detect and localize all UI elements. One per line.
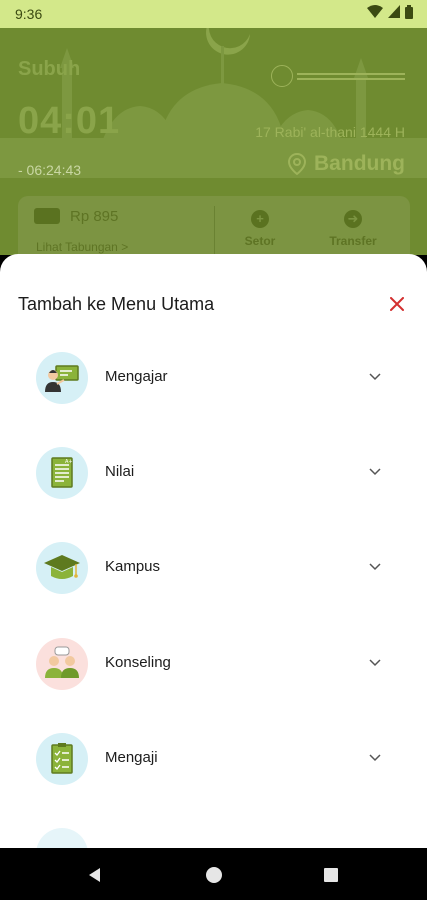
arrow-right-circle-icon: ➜	[344, 210, 362, 228]
location[interactable]: Bandung	[288, 152, 405, 176]
close-icon	[390, 297, 404, 311]
back-icon	[89, 868, 100, 882]
wallet-balance: Rp 895	[70, 208, 119, 225]
wallet-icon	[34, 208, 60, 224]
prayer-countdown: - 06:24:43	[18, 162, 82, 178]
signal-icon	[388, 5, 400, 18]
menu-item-mengaji[interactable]: Mengaji	[0, 733, 427, 829]
institution-logo	[271, 62, 405, 90]
status-time: 9:36	[15, 6, 43, 22]
wallet-divider	[214, 206, 215, 255]
system-navigation-bar	[0, 848, 427, 900]
sheet-title: Tambah ke Menu Utama	[18, 294, 215, 314]
chevron-down-icon	[369, 468, 381, 476]
menu-item-label: Nilai	[105, 463, 135, 480]
home-icon	[206, 867, 222, 883]
checklist-icon	[36, 733, 88, 785]
prayer-name: Subuh	[18, 58, 81, 80]
location-name: Bandung	[314, 152, 405, 175]
counseling-people-icon	[36, 638, 88, 690]
menu-item-label: Kampus	[105, 558, 161, 575]
wifi-icon	[367, 5, 383, 18]
teacher-board-icon	[36, 352, 88, 404]
chevron-down-icon	[369, 373, 381, 381]
chevron-down-icon	[369, 563, 381, 571]
battery-icon	[405, 5, 413, 19]
recents-icon	[324, 868, 338, 882]
close-button[interactable]	[383, 290, 411, 318]
deposit-label: Setor	[244, 234, 276, 248]
chevron-down-icon	[369, 754, 381, 762]
hijri-date: 17 Rabi' al-thani 1444 H	[255, 124, 405, 140]
back-button[interactable]	[84, 864, 106, 886]
menu-item-label: Mengaji	[105, 749, 158, 766]
background-screen: 9:36 Subuh 04:01 - 06:24:43 17 Rabi' al-…	[0, 0, 427, 255]
wallet-card: Rp 895 Lihat Tabungan > + Setor ➜ Transf…	[18, 196, 410, 255]
grade-sheet-icon: A+	[36, 447, 88, 499]
deposit-button[interactable]: + Setor	[230, 210, 290, 248]
prayer-time: 04:01	[18, 100, 121, 142]
menu-item-kampus[interactable]: Kampus	[0, 542, 427, 638]
menu-item-mengajar[interactable]: Mengajar	[0, 352, 427, 448]
view-savings-link[interactable]: Lihat Tabungan >	[36, 240, 128, 254]
plus-circle-icon: +	[251, 210, 269, 228]
status-icons	[367, 5, 413, 19]
add-to-main-menu-sheet: Tambah ke Menu Utama Mengajar A+ Nilai K…	[0, 254, 427, 848]
menu-item-nilai[interactable]: A+ Nilai	[0, 447, 427, 543]
chevron-down-icon	[369, 659, 381, 667]
recents-button[interactable]	[320, 864, 342, 886]
menu-item-konseling[interactable]: Konseling	[0, 638, 427, 734]
menu-item-label: Konseling	[105, 654, 171, 671]
menu-item-partial	[36, 828, 88, 848]
graduation-cap-icon	[36, 542, 88, 594]
location-pin-icon	[288, 153, 307, 175]
home-button[interactable]	[203, 864, 225, 886]
svg-text:A+: A+	[65, 459, 73, 465]
menu-item-label: Mengajar	[105, 368, 168, 385]
prayer-header: Subuh 04:01 - 06:24:43 17 Rabi' al-thani…	[0, 28, 427, 255]
transfer-button[interactable]: ➜ Transfer	[323, 210, 383, 248]
status-bar: 9:36	[0, 0, 427, 28]
transfer-label: Transfer	[329, 234, 377, 248]
